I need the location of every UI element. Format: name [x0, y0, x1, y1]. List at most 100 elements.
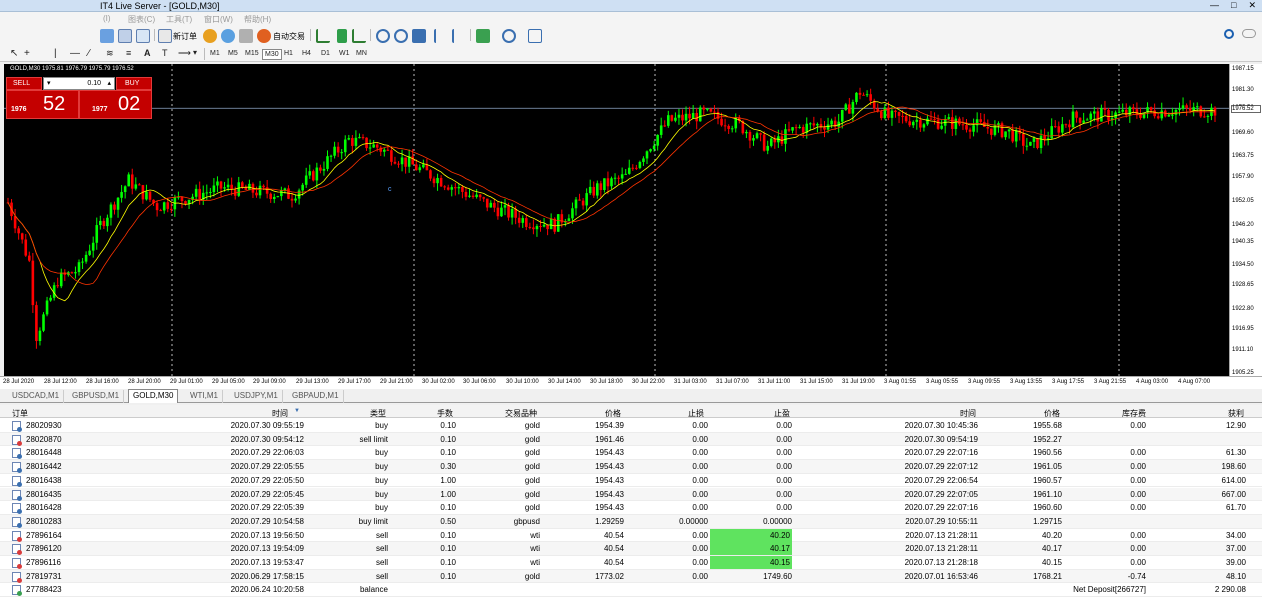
tab-wti[interactable]: WTI,M1 — [186, 390, 223, 403]
candle-body — [503, 205, 507, 208]
tab-gbpusd[interactable]: GBPUSD,M1 — [68, 390, 125, 403]
candle-body — [883, 107, 887, 119]
col-tp[interactable]: 止盈 — [774, 408, 790, 419]
table-row[interactable]: 27896164 2020.07.13 19:56:50 sell 0.10 wti 40… — [0, 528, 1262, 543]
time-label: 30 Jul 18:00 — [590, 379, 623, 385]
candle-body — [844, 104, 848, 110]
menu-item-window[interactable]: 窗口(W) — [204, 14, 233, 25]
search-icon[interactable] — [1224, 29, 1234, 39]
tab-gbpaud[interactable]: GBPAUD,M1 — [288, 390, 344, 403]
cursor-icon[interactable]: ↖ — [8, 47, 20, 60]
table-row[interactable]: 27896116 2020.07.13 19:53:47 sell 0.10 wti 40… — [0, 556, 1262, 570]
minimize-icon[interactable]: — — [1210, 0, 1219, 11]
col-lots[interactable]: 手数 — [437, 408, 453, 419]
table-row[interactable]: 28016428 2020.07.29 22:05:39 buy 0.10 gold 19… — [0, 501, 1262, 515]
candlestick-icon[interactable] — [337, 29, 347, 43]
new-order-button[interactable]: 新订单 — [173, 31, 197, 42]
zoom-out-icon[interactable] — [394, 29, 408, 43]
col-close-time[interactable]: 时间 — [960, 408, 976, 419]
table-row[interactable]: 28020870 2020.07.30 09:54:12 sell limit 0.1… — [0, 432, 1262, 447]
col-swap[interactable]: 库存费 — [1122, 408, 1146, 419]
candle-body — [134, 184, 138, 189]
timeframe-mn[interactable]: MN — [354, 49, 369, 58]
channel-icon[interactable]: ≋ — [104, 47, 116, 60]
crosshair-icon[interactable]: + — [22, 47, 32, 60]
timeframe-w1[interactable]: W1 — [337, 49, 352, 58]
cell-close-price: 1.29715 — [1033, 516, 1062, 526]
dropdown-arrow-icon[interactable]: ▾ — [191, 47, 199, 58]
cell-type: buy — [375, 421, 388, 430]
col-profit[interactable]: 获利 — [1228, 408, 1244, 419]
table-row[interactable]: 28016442 2020.07.29 22:05:55 buy 0.30 gold 19… — [0, 460, 1262, 474]
table-row[interactable]: 28016438 2020.07.29 22:05:50 buy 1.00 gold 19… — [0, 474, 1262, 488]
cell-price: 40.54 — [603, 558, 624, 567]
trendline-icon[interactable]: ∕ — [86, 47, 92, 60]
lot-size-input[interactable]: ▾ 0.10 ▴ — [43, 77, 115, 90]
cell-profit: 48.10 — [1225, 571, 1246, 581]
periods-icon[interactable] — [502, 29, 516, 43]
lot-down-icon[interactable]: ▾ — [47, 79, 51, 87]
menu-item-help[interactable]: 帮助(H) — [244, 14, 271, 25]
text-icon[interactable]: A — [142, 47, 153, 59]
col-ticket[interactable]: 订单 — [12, 408, 28, 419]
timeframe-m5[interactable]: M5 — [226, 49, 240, 58]
profiles-icon[interactable] — [118, 29, 132, 43]
timeframe-d1[interactable]: D1 — [319, 49, 332, 58]
line-chart-icon[interactable] — [352, 29, 366, 43]
vertical-line-icon[interactable]: | — [52, 47, 59, 60]
sell-label-button[interactable]: SELL — [6, 77, 42, 90]
table-row[interactable]: 27896120 2020.07.13 19:54:09 sell 0.10 wti 40… — [0, 542, 1262, 556]
col-sl[interactable]: 止损 — [688, 408, 704, 419]
horizontal-line-icon[interactable]: — — [68, 47, 82, 60]
table-row[interactable]: 28020930 2020.07.30 09:55:19 buy 0.10 gold 19… — [0, 419, 1262, 433]
timeframe-m1[interactable]: M1 — [208, 49, 222, 58]
maximize-icon[interactable]: □ — [1231, 0, 1236, 11]
navigator-icon[interactable] — [221, 29, 235, 43]
col-close-price[interactable]: 价格 — [1044, 408, 1060, 419]
cell-tp: 0.00 — [776, 462, 792, 472]
templates-icon[interactable] — [528, 29, 542, 43]
chat-icon[interactable] — [1242, 29, 1256, 38]
new-order-icon[interactable] — [158, 29, 172, 43]
chart-shift-icon[interactable] — [434, 29, 448, 43]
autoscroll-icon[interactable] — [452, 29, 466, 43]
col-time[interactable]: 时间 — [272, 408, 288, 419]
menu-item-tools[interactable]: 工具(T) — [166, 14, 192, 25]
text-label-icon[interactable]: T — [160, 47, 170, 59]
terminal-icon[interactable] — [239, 29, 253, 43]
close-icon[interactable]: ✕ — [1248, 0, 1256, 11]
tab-usdcad[interactable]: USDCAD,M1 — [8, 390, 65, 403]
autotrading-button[interactable]: 自动交易 — [273, 31, 305, 42]
col-price[interactable]: 价格 — [605, 408, 621, 419]
timeframe-m15[interactable]: M15 — [243, 49, 261, 58]
timeframe-h4[interactable]: H4 — [300, 49, 313, 58]
tile-windows-icon[interactable] — [412, 29, 426, 43]
table-row[interactable]: 28016448 2020.07.29 22:06:03 buy 0.10 gold 19… — [0, 446, 1262, 461]
autotrading-icon[interactable] — [257, 29, 271, 43]
timeframe-m30[interactable]: M30 — [262, 49, 282, 60]
lot-up-icon[interactable]: ▴ — [107, 79, 111, 87]
sell-button[interactable]: 1976 52 — [6, 90, 79, 119]
col-type[interactable]: 类型 — [370, 408, 386, 419]
buy-button[interactable]: 1977 02 — [79, 90, 152, 119]
menu-item-chart[interactable]: 图表(C) — [128, 14, 155, 25]
price-chart[interactable]: GOLD,M30 1975.81 1976.79 1975.79 1976.52… — [4, 64, 1229, 376]
new-chart-icon[interactable] — [100, 29, 114, 43]
fibonacci-icon[interactable]: ≡ — [124, 47, 133, 59]
col-symbol[interactable]: 交易品种 — [505, 408, 537, 419]
bar-chart-icon[interactable] — [316, 29, 330, 43]
menu-item[interactable]: (I) — [103, 14, 111, 23]
zoom-in-icon[interactable] — [376, 29, 390, 43]
tab-gold[interactable]: GOLD,M30 — [128, 389, 179, 403]
buy-label-button[interactable]: BUY — [116, 77, 152, 90]
table-row[interactable]: 28016435 2020.07.29 22:05:45 buy 1.00 gold 19… — [0, 487, 1262, 502]
zoom-window-icon[interactable] — [136, 29, 150, 43]
timeframe-h1[interactable]: H1 — [282, 49, 295, 58]
table-row[interactable]: 27788423 2020.06.24 10:20:58 balance Net De… — [0, 583, 1262, 598]
table-row[interactable]: 27819731 2020.06.29 17:58:15 sell 0.10 gold 1… — [0, 569, 1262, 584]
indicators-icon[interactable] — [476, 29, 490, 43]
table-row[interactable]: 28010283 2020.07.29 10:54:58 buy limit 0.50… — [0, 514, 1262, 529]
market-watch-icon[interactable] — [203, 29, 217, 43]
candle-body — [663, 125, 667, 127]
tab-usdjpy[interactable]: USDJPY,M1 — [230, 390, 283, 403]
